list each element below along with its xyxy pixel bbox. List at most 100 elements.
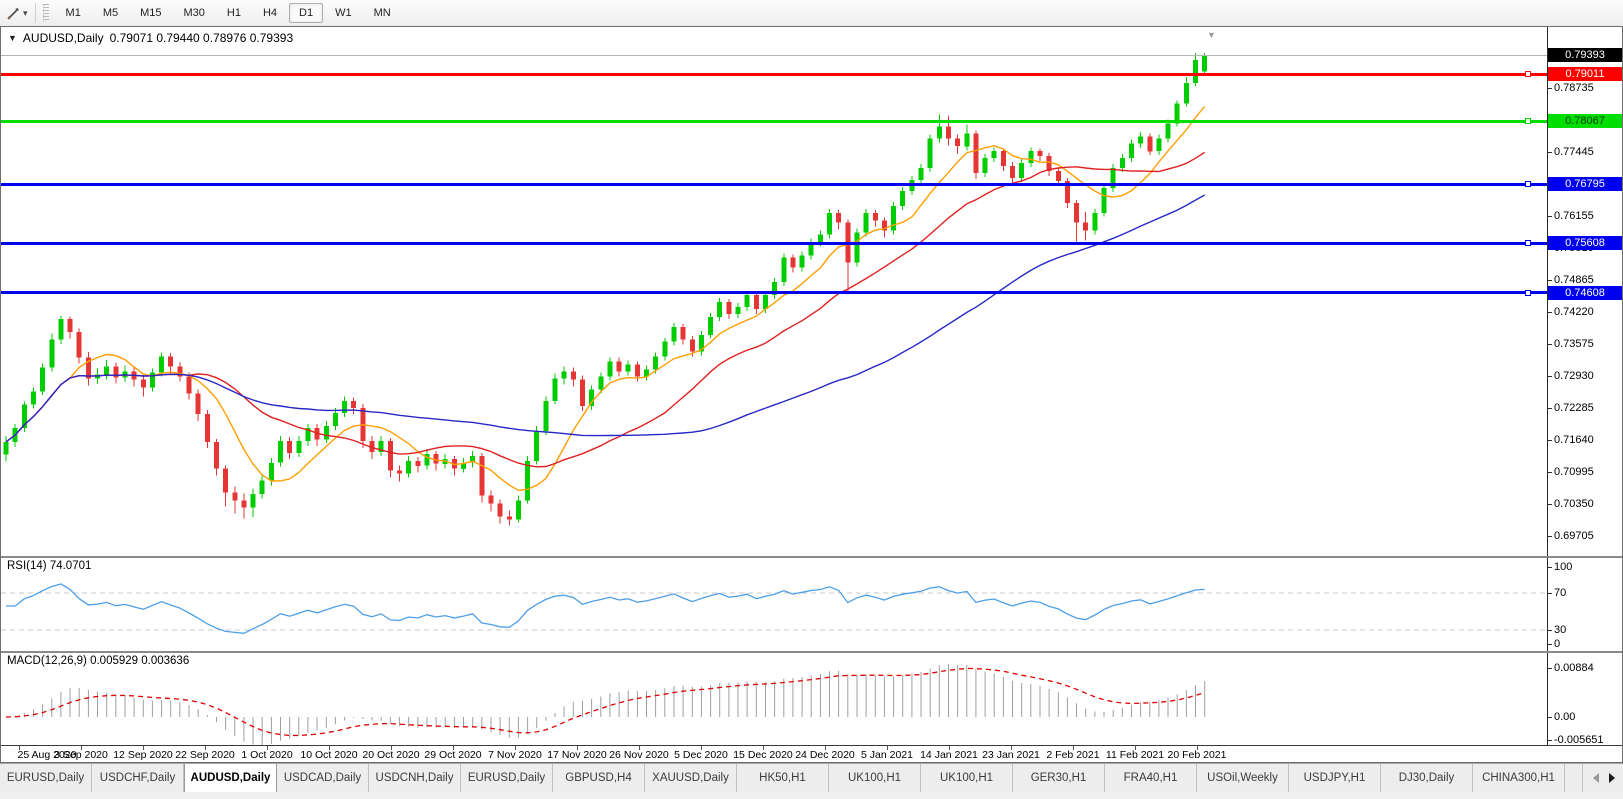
timeframe-button-d1[interactable]: D1	[289, 3, 323, 23]
price-axis-tick	[1547, 376, 1552, 377]
timeframe-button-m5[interactable]: M5	[93, 3, 128, 23]
crosshair-tool-glyph	[6, 6, 21, 21]
hline-edit-marker[interactable]	[1525, 290, 1531, 296]
tab-ger30-h1[interactable]: GER30,H1	[1013, 764, 1105, 792]
tool-dropdown-arrow-icon[interactable]: ▾	[23, 8, 28, 19]
macd-axis-tick	[1547, 740, 1552, 741]
macd-canvas[interactable]	[1, 653, 1547, 745]
price-axis-tick	[1547, 152, 1552, 153]
horizontal-support-line[interactable]	[1, 242, 1547, 245]
macd-label: MACD(12,26,9) 0.005929 0.003636	[7, 655, 189, 667]
price-axis-label: 0.70350	[1554, 497, 1594, 511]
tab-scroll-right-icon[interactable]	[1609, 773, 1615, 783]
timeframe-button-m15[interactable]: M15	[130, 3, 171, 23]
price-pane[interactable]: ▼ AUDUSD,Daily 0.79071 0.79440 0.78976 0…	[1, 27, 1622, 556]
timeframe-button-m30[interactable]: M30	[174, 3, 215, 23]
current-price-line	[1, 55, 1547, 56]
tab-china300-h1[interactable]: CHINA300,H1	[1473, 764, 1565, 792]
macd-pane[interactable]: MACD(12,26,9) 0.005929 0.003636 0.008840…	[1, 651, 1622, 745]
price-axis-label: 0.69705	[1554, 529, 1594, 543]
chart-shift-marker-icon: ▼	[1207, 30, 1216, 40]
price-axis-label: 0.72930	[1554, 369, 1594, 383]
chart-title-ohlc: 0.79071 0.79440 0.78976 0.79393	[110, 31, 294, 45]
tab-eurusd-daily[interactable]: EURUSD,Daily	[461, 764, 553, 792]
horizontal-support-line[interactable]	[1, 183, 1547, 186]
tab-dj30-daily[interactable]: DJ30,Daily	[1381, 764, 1473, 792]
toolbar-separator	[35, 3, 36, 23]
macd-axis-label: 0.00884	[1554, 661, 1594, 675]
rsi-axis-tick	[1547, 593, 1552, 594]
ma-slow-line	[6, 195, 1205, 442]
macd-axis-tick	[1547, 668, 1552, 669]
price-axis-label: 0.71640	[1554, 433, 1594, 447]
tab-usdchf-daily[interactable]: USDCHF,Daily	[92, 764, 184, 792]
rsi-pane[interactable]: RSI(14) 74.0701 100 70 300	[1, 556, 1622, 651]
price-axis-label: 0.76155	[1554, 209, 1594, 223]
rsi-axis-label: 0	[1554, 637, 1560, 651]
hline-edit-marker[interactable]	[1525, 71, 1531, 77]
tab-usdcad-daily[interactable]: USDCAD,Daily	[277, 764, 369, 792]
price-axis-label: 0.77445	[1554, 145, 1594, 159]
timeframe-button-h1[interactable]: H1	[217, 3, 251, 23]
price-axis-tick	[1547, 344, 1552, 345]
timeframe-button-h4[interactable]: H4	[253, 3, 287, 23]
price-axis-label: 0.72285	[1554, 401, 1594, 415]
rsi-canvas[interactable]	[1, 558, 1547, 651]
date-axis-label: 20 Feb 2021	[1152, 749, 1242, 761]
tab-scroll-left-icon[interactable]	[1593, 773, 1599, 783]
rsi-label: RSI(14) 74.0701	[7, 560, 91, 572]
date-axis[interactable]: 25 Aug 20203 Sep 202012 Sep 202022 Sep 2…	[1, 745, 1622, 762]
price-axis-label: 0.73575	[1554, 337, 1594, 351]
tab-audusd-daily[interactable]: AUDUSD,Daily	[184, 764, 277, 792]
tab-usoil-weekly[interactable]: USOil,Weekly	[1197, 764, 1289, 792]
tab-fra40-h1[interactable]: FRA40,H1	[1105, 764, 1197, 792]
price-axis-tick	[1547, 472, 1552, 473]
rsi-line	[6, 584, 1205, 633]
price-axis-label: 0.74220	[1554, 305, 1594, 319]
candles	[4, 53, 1208, 526]
rsi-axis-tick	[1547, 630, 1552, 631]
tab-usdcnh-daily[interactable]: USDCNH,Daily	[369, 764, 461, 792]
price-line-label: 0.79393	[1548, 48, 1622, 62]
tab-usdjpy-h1[interactable]: USDJPY,H1	[1289, 764, 1381, 792]
hline-edit-marker[interactable]	[1525, 181, 1531, 187]
rsi-axis-label: 100	[1554, 560, 1572, 574]
price-line-label: 0.74608	[1548, 286, 1622, 300]
tab-xauusd-daily[interactable]: XAUUSD,Daily	[645, 764, 737, 792]
price-line-label: 0.79011	[1548, 67, 1622, 81]
tab-gbpusd-h4[interactable]: GBPUSD,H4	[553, 764, 645, 792]
timeframe-button-group: M1M5M15M30H1H4D1W1MN	[55, 3, 402, 23]
collapse-triangle-icon[interactable]: ▼	[8, 33, 17, 43]
tab-hk50-h1[interactable]: HK50,H1	[737, 764, 829, 792]
price-line-label: 0.78067	[1548, 114, 1622, 128]
tab-eurusd-daily[interactable]: EURUSD,Daily	[0, 764, 92, 792]
rsi-axis-label: 70	[1554, 586, 1566, 600]
timeframe-button-w1[interactable]: W1	[325, 3, 362, 23]
toolbar-grip[interactable]	[43, 4, 49, 22]
chart-tab-bar: EURUSD,DailyUSDCHF,DailyAUDUSD,DailyUSDC…	[0, 763, 1623, 792]
rsi-axis-tick	[1547, 644, 1552, 645]
chart-title: ▼ AUDUSD,Daily 0.79071 0.79440 0.78976 0…	[8, 31, 293, 45]
price-axis-tick	[1547, 216, 1552, 217]
price-axis-tick	[1547, 88, 1552, 89]
price-axis-label: 0.78735	[1554, 81, 1594, 95]
tab-uk100-h1[interactable]: UK100,H1	[921, 764, 1013, 792]
price-line-label: 0.76795	[1548, 177, 1622, 191]
horizontal-support-line[interactable]	[1, 120, 1547, 123]
horizontal-resistance-line[interactable]	[1, 73, 1547, 76]
hline-edit-marker[interactable]	[1525, 240, 1531, 246]
price-axis-tick	[1547, 408, 1552, 409]
rsi-axis-label: 30	[1554, 623, 1566, 637]
price-line-label: 0.75608	[1548, 236, 1622, 250]
timeframe-button-mn[interactable]: MN	[364, 3, 401, 23]
horizontal-support-line[interactable]	[1, 291, 1547, 294]
price-axis-tick	[1547, 280, 1552, 281]
hline-edit-marker[interactable]	[1525, 118, 1531, 124]
ma-mid-line	[6, 152, 1205, 466]
timeframe-button-m1[interactable]: M1	[56, 3, 91, 23]
tab-uk100-h1[interactable]: UK100,H1	[829, 764, 921, 792]
crosshair-tool-icon[interactable]	[6, 6, 21, 21]
macd-histogram	[6, 665, 1205, 746]
top-toolbar: ▾ M1M5M15M30H1H4D1W1MN	[0, 0, 1623, 27]
price-axis-tick	[1547, 504, 1552, 505]
